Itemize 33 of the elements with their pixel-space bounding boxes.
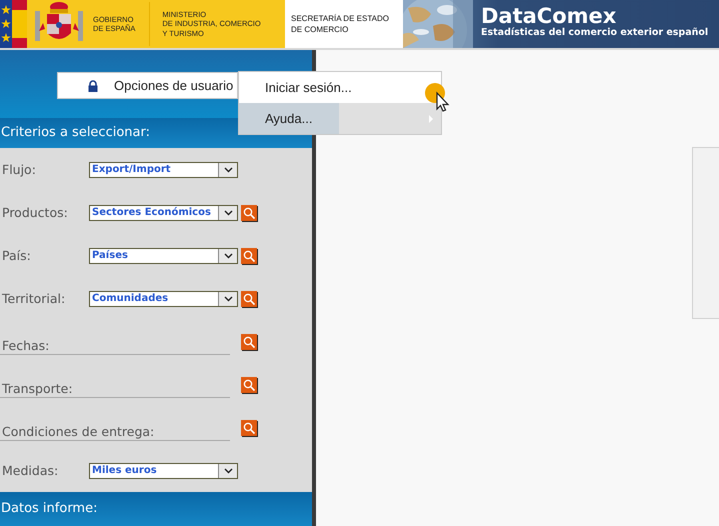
chevron-icon xyxy=(218,162,237,176)
search-button[interactable] xyxy=(241,420,257,436)
section-header: Datos informe: xyxy=(0,492,312,526)
app-subtitle: Estadísticas del comercio exterior español xyxy=(481,27,708,39)
app-title: DataComex xyxy=(481,5,616,27)
dropdown[interactable]: Miles euros xyxy=(89,462,238,478)
lock-icon xyxy=(88,80,98,92)
dropdown[interactable]: Sectores Económicos xyxy=(89,204,238,220)
flag-icon xyxy=(0,0,27,48)
field-label: Transporte: xyxy=(0,381,230,398)
dropdown[interactable]: Export/Import xyxy=(89,162,238,178)
field-label: Fechas: xyxy=(0,338,230,355)
chevron-icon xyxy=(218,248,237,262)
search-button[interactable] xyxy=(241,248,257,264)
menu-item[interactable]: Iniciar sesión... xyxy=(239,72,441,103)
dropdown[interactable]: Comunidades xyxy=(89,290,238,306)
field-label: Condiciones de entrega: xyxy=(0,424,230,441)
chevron-icon xyxy=(218,292,237,306)
user-options-button[interactable]: Opciones de usuario xyxy=(57,72,238,99)
field-label: Flujo: xyxy=(1,162,37,177)
search-button[interactable] xyxy=(241,291,257,307)
chevron-icon xyxy=(218,464,237,478)
field-label: Productos: xyxy=(1,205,69,220)
search-button[interactable] xyxy=(241,205,257,221)
cursor-icon xyxy=(425,83,451,113)
secretariat-name: SECRETARÍA DE ESTADO DE COMERCIO xyxy=(291,13,389,35)
field-label: Territorial: xyxy=(1,291,66,306)
field-label: País: xyxy=(1,248,32,263)
field-label: Medidas: xyxy=(1,463,60,478)
search-button[interactable] xyxy=(241,377,257,393)
search-button[interactable] xyxy=(241,334,257,350)
dropdown[interactable]: Países xyxy=(89,248,238,264)
chevron-icon xyxy=(218,206,237,220)
